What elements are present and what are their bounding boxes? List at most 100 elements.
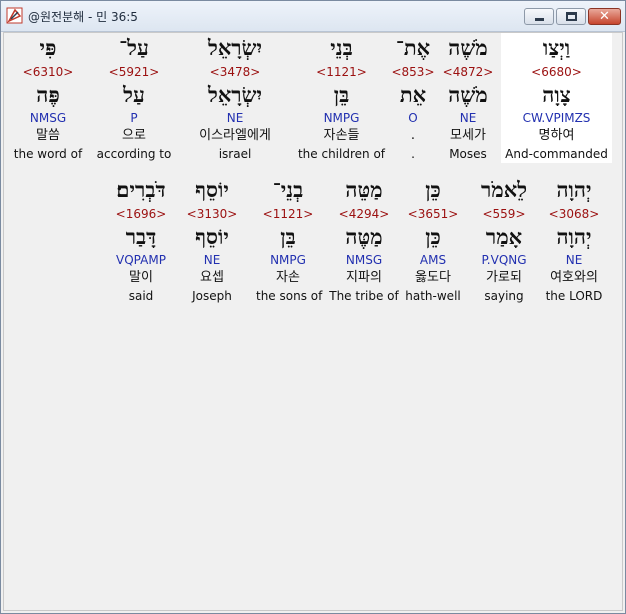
- hebrew-word: פִּי: [39, 35, 57, 60]
- strong-number: <6310>: [22, 65, 74, 79]
- korean-gloss: 여호와의: [550, 270, 598, 285]
- maximize-button[interactable]: [556, 8, 586, 25]
- korean-gloss: 옳도다: [415, 270, 451, 285]
- morphology-code: NMSG: [29, 111, 67, 125]
- hebrew-word: מֹשֶׁה: [448, 35, 488, 60]
- korean-gloss: 이스라엘에게: [199, 128, 271, 143]
- maximize-icon: [566, 12, 577, 21]
- morphology-code: NMPG: [323, 111, 360, 125]
- close-button[interactable]: ✕: [588, 8, 621, 25]
- morphology-code: NE: [459, 111, 477, 125]
- word-cell[interactable]: דֹּבְרִים׃ <1696> דָּבַר VQPAMP 말이 said: [99, 175, 183, 305]
- korean-gloss: 명하여: [538, 128, 575, 143]
- word-cell[interactable]: יִשְׂרָאֵל <3478> יִשְׂרָאֵל NE 이스라엘에게 israel: [176, 33, 294, 163]
- lemma-word: אָמַר: [485, 224, 523, 249]
- korean-gloss: 으로: [122, 128, 146, 143]
- korean-gloss: 자손: [276, 270, 300, 285]
- english-gloss: And-commanded: [505, 147, 608, 161]
- korean-gloss: 요셉: [200, 270, 224, 285]
- hebrew-word: עַל־: [119, 35, 149, 60]
- english-gloss: .: [411, 147, 415, 161]
- english-gloss: Moses: [449, 147, 487, 161]
- lemma-word: יִשְׂרָאֵל: [208, 82, 262, 107]
- strong-number: <3651>: [407, 207, 459, 221]
- hebrew-word: בְּנֵי: [330, 35, 353, 60]
- hebrew-word: יְהוָה: [556, 177, 592, 202]
- word-cell[interactable]: פִּי <6310> פֶּה NMSG 말씀 the word of: [12, 33, 84, 163]
- strong-number: <853>: [391, 65, 435, 79]
- hebrew-word: מַטֵּה: [345, 177, 383, 202]
- hebrew-word: יוֹסֵף: [195, 177, 229, 202]
- lemma-word: דָּבַר: [125, 224, 157, 249]
- word-cell[interactable]: עַל־ <5921> עַל P 으로 according to: [92, 33, 176, 163]
- minimize-icon: [535, 18, 544, 21]
- word-cell[interactable]: בְּנֵי <1121> בֵּן NMPG 자손들 the children of: [294, 33, 389, 163]
- english-gloss: saying: [484, 289, 524, 303]
- english-gloss: israel: [218, 147, 252, 161]
- word-cell[interactable]: יוֹסֵף <3130> יוֹסֵף NE 요셉 Joseph: [186, 175, 238, 305]
- strong-number: <6680>: [531, 65, 582, 79]
- morphology-code: P.VQNG: [481, 253, 527, 267]
- morphology-code: P: [130, 111, 138, 125]
- lemma-word: כֵּן: [425, 224, 441, 249]
- strong-number: <1121>: [262, 207, 314, 221]
- word-cell[interactable]: כֵּן <3651> כֵּן AMS 옳도다 hath-well: [404, 175, 462, 305]
- word-cell[interactable]: לֵאמֹר <559> אָמַר P.VQNG 가로되 saying: [469, 175, 539, 305]
- lemma-word: בֵּן: [280, 224, 296, 249]
- morphology-code: NE: [226, 111, 244, 125]
- english-gloss: said: [128, 289, 154, 303]
- english-gloss: hath-well: [405, 289, 461, 303]
- morphology-code: CW.VPIMZS: [522, 111, 591, 125]
- english-gloss: Joseph: [192, 289, 232, 303]
- korean-gloss: 지파의: [346, 270, 382, 285]
- hebrew-word: אֶת־: [395, 35, 431, 60]
- lemma-word: מַטֶּה: [345, 224, 383, 249]
- app-window: @원전분해 - 민 36:5 ✕ וַיְצַו <6680> צָוָה CW.VP…: [0, 0, 626, 614]
- korean-gloss: .: [410, 128, 416, 143]
- hebrew-word: לֵאמֹר: [480, 177, 528, 202]
- minimize-button[interactable]: [524, 8, 554, 25]
- english-gloss: the word of: [13, 147, 83, 161]
- hebrew-word: דֹּבְרִים׃: [116, 177, 166, 202]
- lemma-word: עַל: [123, 82, 145, 107]
- hebrew-word: יִשְׂרָאֵל: [208, 35, 262, 60]
- strong-number: <5921>: [108, 65, 160, 79]
- lemma-word: בֵּן: [333, 82, 350, 107]
- morphology-code: NMPG: [270, 253, 306, 267]
- morphology-code: AMS: [419, 253, 447, 267]
- close-icon: ✕: [599, 9, 610, 24]
- morphology-code: VQPAMP: [116, 253, 166, 267]
- korean-gloss: 말이: [129, 270, 153, 285]
- english-gloss: the LORD: [545, 289, 603, 303]
- english-gloss: the children of: [297, 147, 386, 161]
- hebrew-word: וַיְצַו: [542, 35, 571, 60]
- lemma-word: פֶּה: [36, 82, 60, 107]
- word-cell[interactable]: מֹשֶׁה <4872> מֹשֶׁה NE 모세가 Moses: [438, 33, 498, 163]
- strong-number: <4294>: [338, 207, 390, 221]
- english-gloss: The tribe of: [329, 289, 399, 303]
- strong-number: <559>: [482, 207, 526, 221]
- morphology-code: NE: [565, 253, 583, 267]
- morphology-code: NE: [203, 253, 221, 267]
- strong-number: <1121>: [316, 65, 367, 79]
- english-gloss: the sons of: [256, 289, 323, 303]
- korean-gloss: 모세가: [450, 128, 486, 143]
- lemma-word: אֵת: [399, 82, 427, 107]
- word-cell[interactable]: יְהוָה <3068> יְהוָה NE 여호와의 the LORD: [539, 175, 609, 305]
- morphology-code: O: [408, 111, 418, 125]
- hebrew-word: כֵּן: [425, 177, 441, 202]
- word-cell[interactable]: בְנֵי־ <1121> בֵּן NMPG 자손 the sons of: [256, 175, 323, 305]
- word-cell[interactable]: מַטֵּה <4294> מַטֶּה NMSG 지파의 The tribe of: [324, 175, 404, 305]
- verse-analysis-panel: וַיְצַו <6680> צָוָה CW.VPIMZS 명하여 And-comman…: [3, 32, 623, 611]
- word-cell[interactable]: וַיְצַו <6680> צָוָה CW.VPIMZS 명하여 And-comman…: [501, 33, 612, 163]
- title-bar[interactable]: @원전분해 - 민 36:5 ✕: [1, 1, 625, 32]
- word-cell[interactable]: אֶת־ <853> אֵת O..: [391, 33, 435, 163]
- strong-number: <4872>: [442, 65, 494, 79]
- korean-gloss: 가로되: [486, 270, 522, 285]
- window-title: @원전분해 - 민 36:5: [28, 10, 138, 24]
- english-gloss: according to: [96, 147, 172, 161]
- strong-number: <3478>: [209, 65, 261, 79]
- morphology-code: NMSG: [345, 253, 383, 267]
- korean-gloss: 자손들: [323, 128, 360, 143]
- lemma-word: יְהוָה: [556, 224, 592, 249]
